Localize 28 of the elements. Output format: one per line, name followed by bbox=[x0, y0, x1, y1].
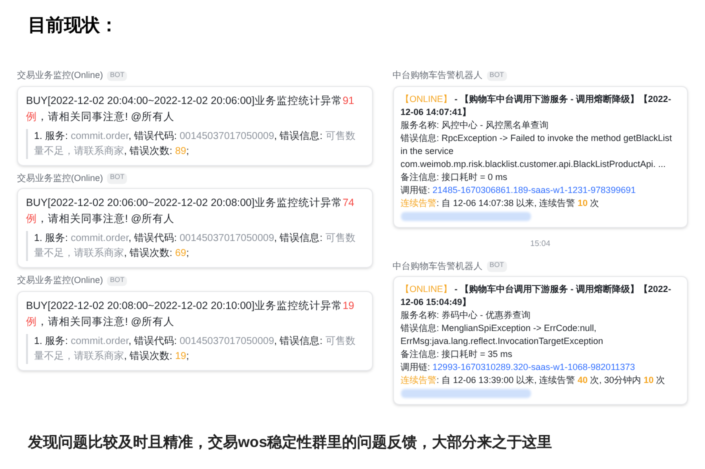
trace-link[interactable]: 21485-1670306861.189-saas-w1-1231-978399691 bbox=[432, 184, 636, 194]
sender-name: 中台购物车告警机器人 bbox=[392, 69, 483, 82]
alert-line: 【ONLINE】 - 【购物车中台调用下游服务 - 调用熔断降级】【2022-12-06 15:04:49】 bbox=[400, 283, 672, 309]
alert-message: BUY[2022-12-02 20:06:00~2022-12-02 20:08:00]业务监控统计异常 74例，请相关同事注意! @所有人 bbox=[26, 196, 356, 227]
trace-link[interactable]: 12993-1670310289.320-saas-w1-1068-982011373 bbox=[432, 362, 636, 372]
sender-name: 交易业务监控(Online) bbox=[17, 274, 104, 287]
error-detail: 1. 服务: commit.order, 错误代码: 00145037017050009, 错误信息: 可售数量不足，请联系商家, 错误次数: 69; bbox=[34, 232, 356, 261]
alert-line: 备注信息: 接口耗时 = 35 ms bbox=[400, 348, 514, 361]
timestamp: 15:04 bbox=[529, 238, 552, 250]
alert-line: 连续告警: 自 12-06 13:39:00 以来, 连续告警 40 次, 30分钟内 10 次 bbox=[400, 374, 666, 387]
alert-line: 错误信息: RpcException -> Failed to invoke the method getBlackList in the service com.weimob.mp.risk.blacklist.customer.api.BlackListProductApi. ... bbox=[400, 132, 673, 170]
sender-name: 中台购物车告警机器人 bbox=[392, 260, 483, 272]
alert-line: 服务名称: 券码中心 - 优惠券查询 bbox=[400, 309, 532, 322]
error-detail: 1. 服务: commit.order, 错误代码: 00145037017050009, 错误信息: 可售数量不足，请联系商家, 错误次数: 19; bbox=[34, 334, 356, 364]
alert-message: BUY[2022-12-02 20:08:00~2022-12-02 20:10:00]业务监控统计异常 19例，请相关同事注意! @所有人 bbox=[26, 298, 356, 330]
conclusion-text: 发现问题比较及时且精准，交易wos稳定性群里的问题反馈，大部分来之于这里 bbox=[28, 432, 554, 452]
page-title: 目前现状： bbox=[28, 14, 119, 37]
alert-message: BUY[2022-12-02 20:04:00~2022-12-02 20:06:00]业务监控统计异常 91例，请相关同事注意! @所有人 bbox=[26, 94, 356, 124]
error-detail: 1. 服务: commit.order, 错误代码: 00145037017050009, 错误信息: 可售数量不足，请联系商家, 错误次数: 89; bbox=[34, 130, 356, 158]
alert-line: 调用链: 12993-1670310289.320-saas-w1-1068-982011373 bbox=[400, 361, 636, 374]
sender-name: 交易业务监控(Online) bbox=[17, 172, 104, 185]
sender-name: 交易业务监控(Online) bbox=[17, 69, 104, 82]
alert-line: 调用链: 21485-1670306861.189-saas-w1-1231-978399691 bbox=[400, 184, 637, 196]
alert-line: 错误信息: MenglianSpiException -> ErrCode:null, ErrMsg:java.lang.reflect.InvocationTargetException bbox=[400, 322, 604, 348]
alert-line: 【ONLINE】 - 【购物车中台调用下游服务 - 调用熔断降级】【2022-12-06 14:07:41】 bbox=[400, 92, 672, 118]
alert-line: 服务名称: 风控中心 - 风控黑名单查询 bbox=[400, 118, 550, 132]
alert-line: 备注信息: 接口耗时 = 0 ms bbox=[400, 170, 508, 184]
alert-line: 连续告警: 自 12-06 14:07:38 以来, 连续告警 10 次 bbox=[400, 196, 600, 210]
